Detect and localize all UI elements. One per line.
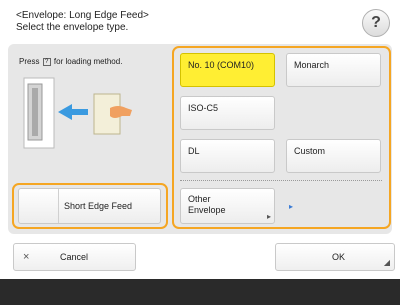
short-edge-feed-icon-area — [19, 189, 59, 223]
help-inline-icon: ? — [42, 57, 51, 66]
envelope-dl-button[interactable]: DL — [180, 139, 275, 173]
envelope-dl-label: DL — [188, 146, 200, 156]
arrow-left-icon — [58, 104, 88, 120]
other-envelope-button[interactable]: Other Envelope ▸ — [180, 188, 275, 224]
header-title: <Envelope: Long Edge Feed> — [16, 10, 149, 21]
header-subtitle: Select the envelope type. — [16, 22, 129, 33]
instruction-after: for loading method. — [53, 57, 123, 66]
envelope-no10-label: No. 10 (COM10) — [188, 60, 255, 70]
status-bar — [0, 279, 400, 305]
envelope-isoc5-label: ISO-C5 — [188, 103, 219, 113]
envelope-monarch-label: Monarch — [294, 60, 330, 70]
instruction-before: Press — [19, 57, 40, 66]
cancel-button[interactable]: × Cancel — [13, 243, 136, 271]
tray-inner — [32, 88, 38, 136]
envelope-custom-button[interactable]: Custom — [286, 139, 381, 173]
header-text: <Envelope: Long Edge Feed> Select the en… — [16, 10, 149, 34]
question-mark-icon: ? — [371, 14, 381, 31]
short-edge-feed-button[interactable]: Short Edge Feed — [18, 188, 161, 224]
help-button[interactable]: ? — [362, 9, 390, 37]
envelope-isoc5-button[interactable]: ISO-C5 — [180, 96, 275, 130]
ok-button[interactable]: OK ◢ — [275, 243, 395, 271]
cancel-label: Cancel — [60, 252, 89, 262]
other-envelope-label-2: Envelope — [188, 205, 226, 215]
other-envelope-label-1: Other — [188, 194, 211, 204]
corner-arrow-icon: ▸ — [266, 212, 271, 221]
paper-loading-illustration — [23, 77, 132, 149]
loading-instruction: Press ? for loading method. — [19, 57, 122, 66]
ok-label: OK — [332, 252, 346, 262]
close-icon: × — [23, 251, 30, 263]
envelope-monarch-button[interactable]: Monarch — [286, 53, 381, 87]
envelope-custom-label: Custom — [294, 146, 326, 156]
hand-icon — [110, 106, 132, 118]
corner-arrow-icon: ◢ — [383, 258, 390, 267]
envelope-no10-button[interactable]: No. 10 (COM10) — [180, 53, 275, 87]
arrow-right-icon: ▸ — [289, 202, 294, 211]
short-edge-feed-label: Short Edge Feed — [64, 201, 133, 211]
dotted-divider — [180, 180, 382, 181]
